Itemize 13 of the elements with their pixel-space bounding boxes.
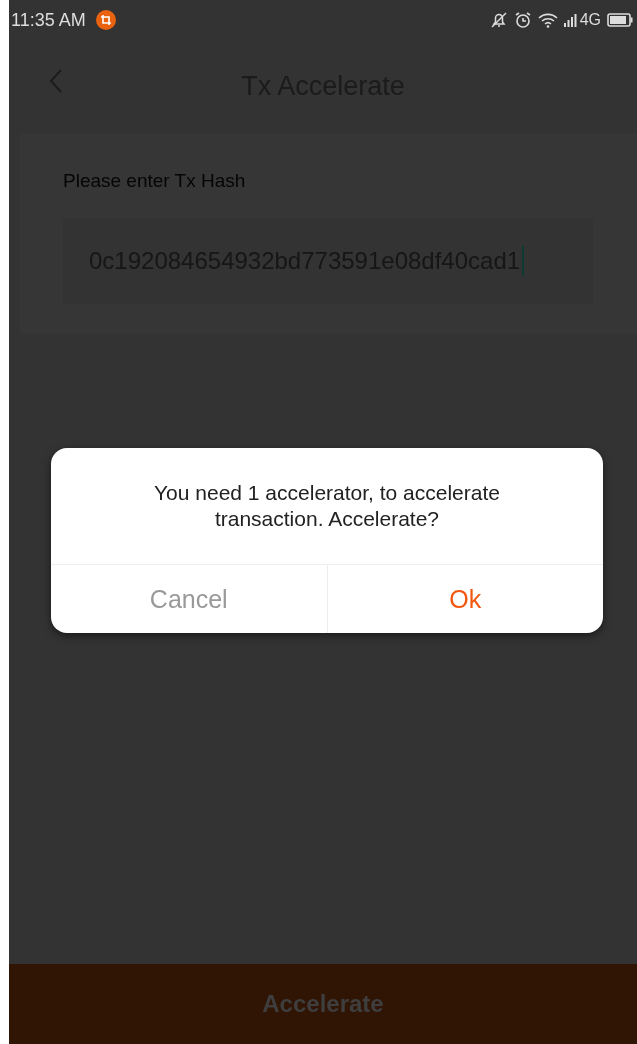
app-notification-icon xyxy=(95,10,116,30)
accelerate-button[interactable]: Accelerate xyxy=(9,964,637,1044)
battery-icon xyxy=(607,13,633,27)
ok-button[interactable]: Ok xyxy=(326,565,603,633)
dialog-message: You need 1 accelerator, to accelerate transaction. Accelerate? xyxy=(153,480,501,532)
network-type: 4G xyxy=(579,11,601,29)
muted-bell-icon xyxy=(489,11,508,29)
back-icon[interactable] xyxy=(49,68,63,94)
status-time: 11:35 AM xyxy=(11,9,86,31)
alarm-icon xyxy=(513,11,532,29)
signal-icon xyxy=(563,13,578,27)
cancel-button[interactable]: Cancel xyxy=(51,565,327,633)
wifi-icon xyxy=(537,12,558,28)
